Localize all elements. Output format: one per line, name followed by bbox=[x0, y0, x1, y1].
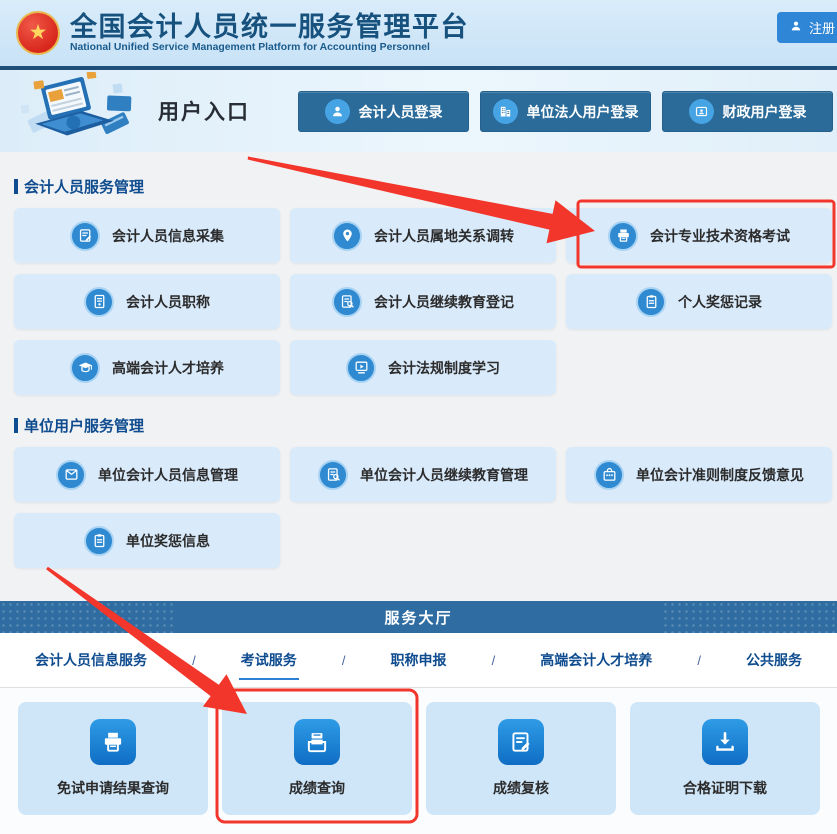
page-subtitle: National Unified Service Management Plat… bbox=[70, 42, 469, 53]
doc-edit-icon bbox=[70, 221, 100, 251]
person-icon bbox=[789, 19, 803, 36]
laptop-illustration bbox=[16, 72, 148, 151]
service-card-单位奖惩信息[interactable]: 单位奖惩信息 bbox=[14, 513, 280, 568]
service-hall-bar: 服务大厅 bbox=[0, 601, 837, 633]
mail-doc-icon bbox=[56, 460, 86, 490]
register-label: 注册 bbox=[809, 18, 835, 37]
service-card-label: 高端会计人才培养 bbox=[112, 358, 224, 378]
exam-card-label: 免试申请结果查询 bbox=[57, 778, 169, 798]
book-play-icon bbox=[346, 353, 376, 383]
exam-card-label: 合格证明下载 bbox=[683, 778, 767, 798]
grad-cap-icon bbox=[70, 353, 100, 383]
register-button[interactable]: 注册 bbox=[777, 12, 837, 43]
printer-out-icon bbox=[294, 719, 340, 765]
exam-card-免试申请结果查询[interactable]: 免试申请结果查询 bbox=[18, 702, 208, 815]
login-button-label: 财政用户登录 bbox=[723, 102, 807, 122]
service-card-label: 会计专业技术资格考试 bbox=[650, 226, 790, 246]
doc-search-icon bbox=[332, 287, 362, 317]
exam-card-label: 成绩查询 bbox=[289, 778, 345, 798]
section-title: 会计人员服务管理 bbox=[14, 152, 833, 197]
tab-separator: / bbox=[192, 653, 196, 668]
section-title: 单位用户服务管理 bbox=[14, 395, 833, 436]
idcard-icon bbox=[689, 99, 714, 124]
cards-row: 会计人员信息采集 会计人员属地关系调转 会计专业技术资格考试 bbox=[14, 208, 833, 263]
service-card-label: 单位会计准则制度反馈意见 bbox=[636, 465, 804, 485]
banner-title: 用户入口 bbox=[158, 96, 250, 126]
exam-service-cards: 免试申请结果查询 成绩查询 成绩复核 合格证明下载 bbox=[0, 688, 837, 834]
tab-高端会计人才培养[interactable]: 高端会计人才培养 bbox=[540, 650, 652, 670]
app-header: ★ 全国会计人员统一服务管理平台 National Unified Servic… bbox=[0, 0, 837, 66]
user-entry-banner: 用户入口 会计人员登录 单位法人用户登录 财政用户登录 bbox=[0, 70, 837, 152]
cards-row: 单位会计人员信息管理 单位会计人员继续教育管理 单位会计准则制度反馈意见 bbox=[14, 447, 833, 502]
page-title: 全国会计人员统一服务管理平台 bbox=[70, 13, 469, 41]
service-card-会计法规制度学习[interactable]: 会计法规制度学习 bbox=[290, 340, 556, 395]
tab-职称申报[interactable]: 职称申报 bbox=[391, 650, 447, 670]
badge-icon bbox=[636, 287, 666, 317]
emblem-star-icon: ★ bbox=[29, 22, 48, 43]
badge-icon bbox=[84, 526, 114, 556]
title-block: 全国会计人员统一服务管理平台 National Unified Service … bbox=[70, 13, 469, 53]
exam-card-成绩查询[interactable]: 成绩查询 bbox=[222, 702, 412, 815]
login-button-2[interactable]: 单位法人用户登录 bbox=[480, 91, 651, 132]
tab-separator: / bbox=[697, 653, 701, 668]
service-card-label: 单位奖惩信息 bbox=[126, 531, 210, 551]
location-icon bbox=[332, 221, 362, 251]
service-card-个人奖惩记录[interactable]: 个人奖惩记录 bbox=[566, 274, 832, 329]
service-card-label: 单位会计人员继续教育管理 bbox=[360, 465, 528, 485]
login-buttons: 会计人员登录 单位法人用户登录 财政用户登录 bbox=[298, 91, 833, 132]
section-title-text: 会计人员服务管理 bbox=[24, 176, 144, 197]
bag-icon bbox=[594, 460, 624, 490]
service-card-会计人员继续教育登记[interactable]: 会计人员继续教育登记 bbox=[290, 274, 556, 329]
service-card-label: 会计人员信息采集 bbox=[112, 226, 224, 246]
dot-pattern bbox=[0, 601, 175, 633]
service-card-单位会计人员信息管理[interactable]: 单位会计人员信息管理 bbox=[14, 447, 280, 502]
login-button-label: 会计人员登录 bbox=[359, 102, 443, 122]
cards-row: 单位奖惩信息 bbox=[14, 513, 833, 568]
person-icon bbox=[325, 99, 350, 124]
tab-公共服务[interactable]: 公共服务 bbox=[746, 650, 802, 670]
tab-separator: / bbox=[492, 653, 496, 668]
certificate-icon bbox=[84, 287, 114, 317]
section-title-text: 单位用户服务管理 bbox=[24, 415, 144, 436]
doc-search-icon bbox=[318, 460, 348, 490]
service-card-高端会计人才培养[interactable]: 高端会计人才培养 bbox=[14, 340, 280, 395]
login-button-label: 单位法人用户登录 bbox=[527, 102, 639, 122]
dot-pattern bbox=[662, 601, 837, 633]
service-card-会计专业技术资格考试[interactable]: 会计专业技术资格考试 bbox=[566, 208, 832, 263]
service-card-单位会计人员继续教育管理[interactable]: 单位会计人员继续教育管理 bbox=[290, 447, 556, 502]
service-card-单位会计准则制度反馈意见[interactable]: 单位会计准则制度反馈意见 bbox=[566, 447, 832, 502]
service-card-label: 会计法规制度学习 bbox=[388, 358, 500, 378]
service-card-会计人员属地关系调转[interactable]: 会计人员属地关系调转 bbox=[290, 208, 556, 263]
building-icon bbox=[493, 99, 518, 124]
exam-card-label: 成绩复核 bbox=[493, 778, 549, 798]
page: ★ 全国会计人员统一服务管理平台 National Unified Servic… bbox=[0, 0, 837, 834]
service-card-label: 会计人员职称 bbox=[126, 292, 210, 312]
printer-icon bbox=[90, 719, 136, 765]
service-hall-title: 服务大厅 bbox=[384, 607, 452, 628]
service-card-会计人员信息采集[interactable]: 会计人员信息采集 bbox=[14, 208, 280, 263]
title-bar bbox=[14, 179, 18, 194]
national-emblem-icon: ★ bbox=[16, 11, 60, 55]
service-tabs: 会计人员信息服务 / 考试服务 / 职称申报 / 高端会计人才培养 / 公共服务 bbox=[0, 633, 837, 688]
exam-card-成绩复核[interactable]: 成绩复核 bbox=[426, 702, 616, 815]
service-card-label: 会计人员属地关系调转 bbox=[374, 226, 514, 246]
service-sections: 会计人员服务管理会计人员信息采集会计人员属地关系调转会计专业技术资格考试会计人员… bbox=[0, 152, 837, 601]
service-card-label: 会计人员继续教育登记 bbox=[374, 292, 514, 312]
cards-row: 高端会计人才培养 会计法规制度学习 bbox=[14, 340, 833, 395]
service-card-label: 单位会计人员信息管理 bbox=[98, 465, 238, 485]
exam-card-合格证明下载[interactable]: 合格证明下载 bbox=[630, 702, 820, 815]
title-bar bbox=[14, 418, 18, 433]
login-button-3[interactable]: 财政用户登录 bbox=[662, 91, 833, 132]
service-card-会计人员职称[interactable]: 会计人员职称 bbox=[14, 274, 280, 329]
tab-考试服务[interactable]: 考试服务 bbox=[241, 650, 297, 670]
cards-row: 会计人员职称 会计人员继续教育登记 个人奖惩记录 bbox=[14, 274, 833, 329]
tab-separator: / bbox=[342, 653, 346, 668]
service-card-label: 个人奖惩记录 bbox=[678, 292, 762, 312]
tab-会计人员信息服务[interactable]: 会计人员信息服务 bbox=[35, 650, 147, 670]
login-button-1[interactable]: 会计人员登录 bbox=[298, 91, 469, 132]
printer-icon bbox=[608, 221, 638, 251]
download-icon bbox=[702, 719, 748, 765]
doc-edit-icon bbox=[498, 719, 544, 765]
